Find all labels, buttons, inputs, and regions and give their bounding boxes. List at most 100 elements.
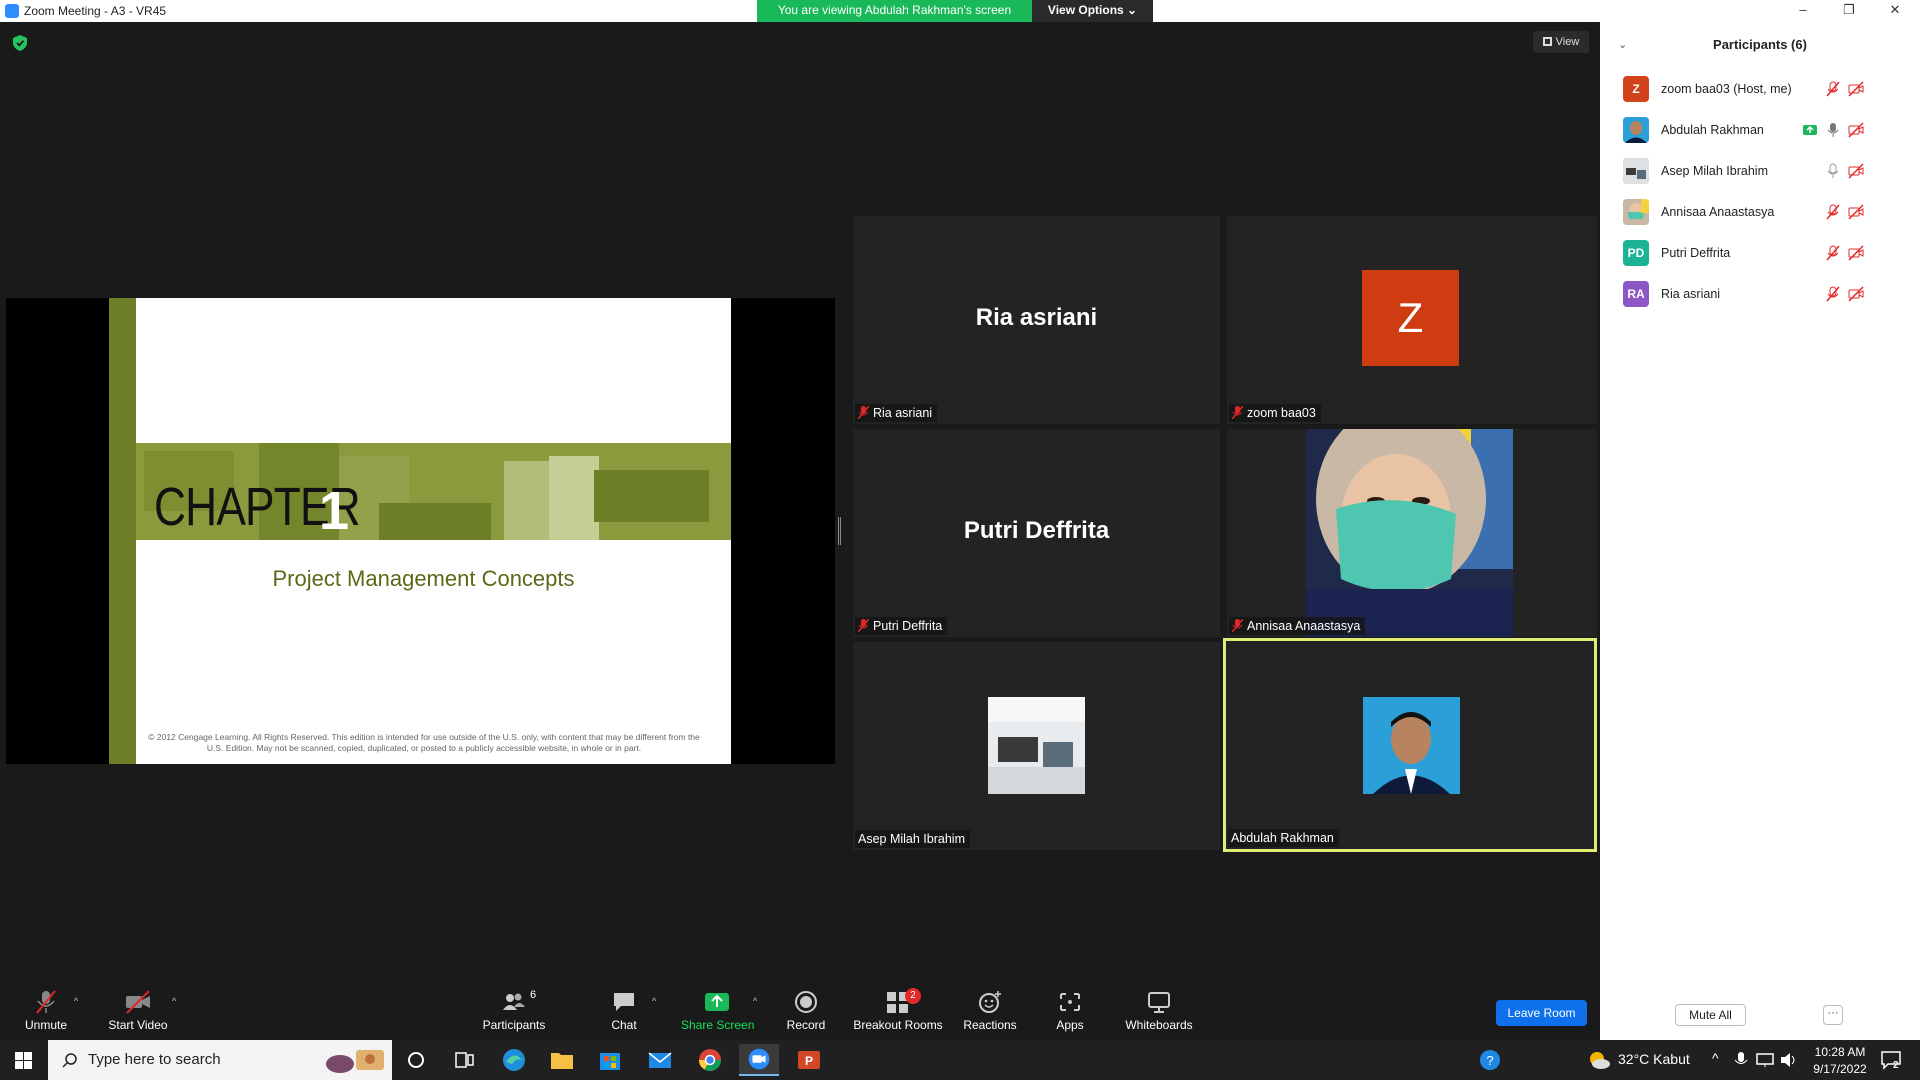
muted-mic-icon[interactable] bbox=[1825, 81, 1841, 97]
breakout-badge: 2 bbox=[905, 988, 921, 1004]
video-off-icon[interactable] bbox=[1848, 81, 1864, 97]
mail-icon[interactable] bbox=[640, 1044, 680, 1076]
muted-mic-icon[interactable] bbox=[1825, 245, 1841, 261]
start-video-button[interactable]: Start Video ^ bbox=[106, 990, 176, 1038]
meeting-toolbar: Unmute ^ Start Video ^ 6 Participants Ch… bbox=[0, 980, 1600, 1040]
view-label: View bbox=[1555, 36, 1580, 48]
participant-row[interactable]: Z zoom baa03 (Host, me) bbox=[1600, 69, 1920, 109]
start-video-label: Start Video bbox=[108, 1018, 168, 1032]
tile-name: Asep Milah Ibrahim bbox=[858, 832, 965, 846]
video-tile-ria[interactable]: Ria asriani Ria asriani bbox=[853, 216, 1220, 424]
mic-icon[interactable] bbox=[1825, 122, 1841, 138]
show-hidden-icons-chevron-icon[interactable]: ^ bbox=[1712, 1050, 1719, 1066]
participants-button[interactable]: 6 Participants bbox=[478, 989, 550, 1038]
tile-name: zoom baa03 bbox=[1247, 406, 1316, 420]
tile-name-label: Putri Deffrita bbox=[855, 617, 948, 635]
file-explorer-icon[interactable] bbox=[542, 1044, 582, 1076]
video-tile-asep[interactable]: Asep Milah Ibrahim bbox=[853, 642, 1220, 850]
task-view-icon[interactable] bbox=[444, 1044, 484, 1076]
zoom-app-taskbar-icon[interactable] bbox=[739, 1044, 779, 1076]
video-tile-zoom-baa03[interactable]: Z zoom baa03 bbox=[1227, 216, 1597, 424]
participant-video-feed bbox=[1306, 429, 1513, 637]
participant-name: Abdulah Rakhman bbox=[1661, 123, 1764, 137]
cortana-icon[interactable] bbox=[396, 1044, 436, 1076]
encryption-shield-icon[interactable] bbox=[13, 35, 27, 51]
minimize-button[interactable]: – bbox=[1780, 0, 1826, 22]
record-label: Record bbox=[786, 1018, 826, 1032]
apps-button[interactable]: Apps bbox=[1050, 990, 1090, 1038]
search-placeholder: Type here to search bbox=[88, 1051, 221, 1068]
taskbar-search-box[interactable]: Type here to search bbox=[48, 1040, 392, 1080]
participants-label: Participants bbox=[482, 1018, 546, 1032]
whiteboards-button[interactable]: Whiteboards bbox=[1124, 990, 1194, 1038]
powerpoint-icon[interactable]: P bbox=[789, 1044, 829, 1076]
shared-screen[interactable]: CHAPTER 1 Project Management Concepts © … bbox=[6, 298, 835, 764]
microsoft-store-icon[interactable] bbox=[590, 1044, 630, 1076]
close-button[interactable]: ✕ bbox=[1872, 0, 1918, 22]
share-screen-button[interactable]: Share Screen ^ bbox=[681, 990, 757, 1038]
avatar-photo bbox=[1623, 199, 1649, 225]
microphone-tray-icon[interactable] bbox=[1734, 1052, 1748, 1068]
mute-all-button[interactable]: Mute All bbox=[1675, 1004, 1746, 1026]
record-icon bbox=[795, 991, 817, 1013]
tile-display-name: Putri Deffrita bbox=[963, 517, 1110, 544]
video-tile-annisaa[interactable]: Annisaa Anaastasya bbox=[1227, 429, 1597, 637]
participant-name: Putri Deffrita bbox=[1661, 246, 1731, 260]
edge-browser-icon[interactable] bbox=[494, 1044, 534, 1076]
video-off-icon[interactable] bbox=[1848, 286, 1864, 302]
video-off-icon[interactable] bbox=[1848, 204, 1864, 220]
record-button[interactable]: Record bbox=[784, 990, 828, 1038]
tile-name-label: Annisaa Anaastasya bbox=[1229, 617, 1366, 635]
network-icon[interactable] bbox=[1756, 1052, 1774, 1068]
video-off-icon bbox=[126, 990, 150, 1014]
share-options-caret-icon[interactable]: ^ bbox=[753, 996, 757, 1006]
participant-row[interactable]: Abdulah Rakhman bbox=[1600, 110, 1920, 150]
video-tile-putri[interactable]: Putri Deffrita Putri Deffrita bbox=[853, 429, 1220, 637]
leave-room-button[interactable]: Leave Room bbox=[1496, 1000, 1587, 1026]
participants-count: 6 bbox=[530, 989, 537, 1001]
video-tile-abdulah-active-speaker[interactable]: Abdulah Rakhman bbox=[1223, 638, 1597, 852]
tile-name: Annisaa Anaastasya bbox=[1247, 619, 1361, 633]
view-options-button[interactable]: View Options ⌄ bbox=[1032, 0, 1153, 22]
chrome-browser-icon[interactable] bbox=[690, 1044, 730, 1076]
breakout-rooms-button[interactable]: 2 Breakout Rooms bbox=[853, 988, 943, 1038]
slide-chapter-number: 1 bbox=[319, 481, 350, 541]
tile-display-name: Ria asriani bbox=[975, 304, 1098, 331]
volume-icon[interactable] bbox=[1780, 1052, 1798, 1068]
participant-avatar-photo bbox=[988, 697, 1085, 794]
view-layout-button[interactable]: View bbox=[1533, 31, 1589, 53]
reactions-button[interactable]: Reactions bbox=[962, 990, 1018, 1038]
screen-share-banner: You are viewing Abdulah Rakhman's screen bbox=[757, 0, 1032, 22]
participant-row[interactable]: PD Putri Deffrita bbox=[1600, 233, 1920, 273]
muted-mic-icon[interactable] bbox=[1825, 286, 1841, 302]
unmute-label: Unmute bbox=[24, 1018, 68, 1032]
restore-button[interactable]: ❐ bbox=[1826, 0, 1872, 22]
muted-mic-icon bbox=[1232, 406, 1243, 419]
audio-options-caret-icon[interactable]: ^ bbox=[74, 996, 78, 1006]
muted-mic-icon[interactable] bbox=[1825, 204, 1841, 220]
participant-row[interactable]: RA Ria asriani bbox=[1600, 274, 1920, 314]
muted-mic-icon bbox=[36, 990, 56, 1014]
more-options-button[interactable]: ··· bbox=[1823, 1005, 1843, 1025]
video-off-icon[interactable] bbox=[1848, 163, 1864, 179]
help-icon[interactable]: ? bbox=[1479, 1049, 1501, 1071]
split-view-handle[interactable] bbox=[838, 517, 841, 545]
video-options-caret-icon[interactable]: ^ bbox=[172, 996, 176, 1006]
chat-options-caret-icon[interactable]: ^ bbox=[652, 996, 656, 1006]
windows-start-icon[interactable] bbox=[15, 1052, 32, 1069]
clock-date[interactable]: 9/17/2022 bbox=[1810, 1062, 1870, 1076]
unmute-button[interactable]: Unmute ^ bbox=[18, 990, 78, 1038]
video-off-icon[interactable] bbox=[1848, 245, 1864, 261]
chat-button[interactable]: Chat ^ bbox=[604, 990, 656, 1038]
weather-text[interactable]: 32°C Kabut bbox=[1618, 1051, 1690, 1067]
video-off-icon[interactable] bbox=[1848, 122, 1864, 138]
tile-avatar: Z bbox=[1362, 270, 1459, 366]
slide-deco-block bbox=[379, 503, 491, 540]
mic-icon[interactable] bbox=[1825, 163, 1841, 179]
participant-row[interactable]: Annisaa Anaastasya bbox=[1600, 192, 1920, 232]
slide-green-bar bbox=[109, 298, 136, 764]
participant-row[interactable]: Asep Milah Ibrahim bbox=[1600, 151, 1920, 191]
clock-time[interactable]: 10:28 AM bbox=[1810, 1045, 1870, 1059]
slide-copyright: © 2012 Cengage Learning. All Rights Rese… bbox=[148, 732, 700, 753]
search-icon bbox=[62, 1053, 77, 1068]
